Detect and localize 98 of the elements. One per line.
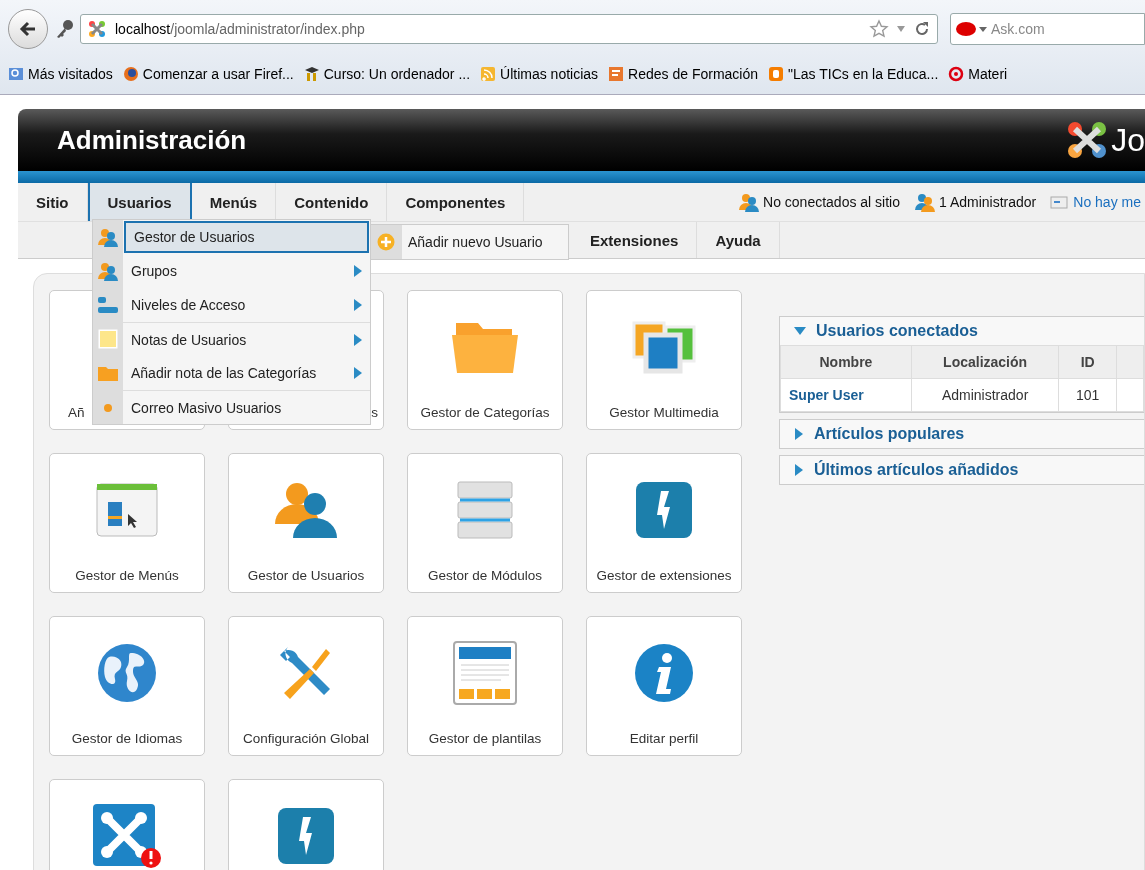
menu-item[interactable]: Grupos xyxy=(123,254,370,288)
expanded-arrow-icon xyxy=(794,326,806,336)
column-header: ID xyxy=(1058,345,1117,379)
tile-label: Gestor de extensiones xyxy=(595,567,733,585)
search-input[interactable]: Ask.com xyxy=(989,20,1093,38)
tile-label: Gestor de Módulos xyxy=(426,567,544,585)
users-icon xyxy=(97,261,119,281)
menu-tab[interactable]: Extensiones xyxy=(572,222,698,258)
column-header: Localización xyxy=(911,345,1059,379)
shortcut-tile[interactable]: Gestor de Módulos xyxy=(407,453,563,593)
tile-label: Gestor Multimedia xyxy=(608,404,720,422)
submenu-arrow-icon xyxy=(354,367,362,379)
note-icon xyxy=(97,328,119,350)
menu-item[interactable]: Niveles de Acceso xyxy=(123,288,370,322)
collapsed-arrow-icon xyxy=(794,428,804,440)
tile-label: Configuración Global xyxy=(241,730,371,748)
site-icon xyxy=(87,19,107,39)
blog-icon xyxy=(768,66,785,82)
shortcut-tile[interactable]: Gestor de Idiomas xyxy=(49,616,205,756)
tile-label: Gestor de plantilas xyxy=(427,730,543,748)
user-link[interactable]: Super User xyxy=(780,378,912,412)
lightning-icon xyxy=(635,481,693,539)
graduation-cap-icon xyxy=(303,66,320,82)
shortcut-tile[interactable]: Gestor de plantilas xyxy=(407,616,563,756)
shortcut-tile[interactable]: Gestor de Menús xyxy=(49,453,205,593)
template-icon xyxy=(453,641,517,705)
shortcut-tile[interactable]: Configuración Global xyxy=(228,616,384,756)
photos-icon xyxy=(630,319,698,375)
table-cell: 101 xyxy=(1058,378,1117,412)
search-engine-icon[interactable] xyxy=(955,21,989,37)
back-button[interactable] xyxy=(8,9,48,49)
tile-label: Editar perfil xyxy=(628,730,700,748)
tile-label: Gestor de Categorías xyxy=(419,404,551,422)
status-text: 1 Administrador xyxy=(939,194,1037,210)
submenu-arrow-icon xyxy=(354,265,362,277)
logo-alert-icon xyxy=(93,804,161,868)
menu-item[interactable]: Correo Masivo Usuarios xyxy=(123,390,370,424)
rss-icon xyxy=(480,66,497,82)
shortcut-tile[interactable]: Editar perfil xyxy=(586,616,742,756)
logo-text: Jo xyxy=(1111,121,1145,159)
bookmark-link[interactable]: Últimas noticias xyxy=(480,66,599,82)
shortcut-tile[interactable]: Gestor de extensiones xyxy=(586,453,742,593)
shortcut-tile[interactable]: Gestor Multimedia xyxy=(586,290,742,430)
page-title: Administración xyxy=(57,124,247,156)
shortcut-tile[interactable]: Gestor de Categorías xyxy=(407,290,563,430)
bookmark-link[interactable]: Materi xyxy=(948,66,1008,82)
menu-tab[interactable]: Componentes xyxy=(387,183,525,221)
tile-label: Añ xyxy=(67,404,86,422)
globe-icon xyxy=(122,66,139,82)
menu-tab[interactable]: Ayuda xyxy=(697,222,780,258)
info-icon xyxy=(634,643,694,703)
submenu-arrow-icon xyxy=(354,333,362,346)
collapsed-arrow-icon xyxy=(794,464,804,476)
module-header[interactable]: Usuarios conectados xyxy=(780,317,1144,345)
menu-item[interactable]: Gestor de Usuarios xyxy=(124,221,369,253)
status-text: No conectados al sitio xyxy=(763,194,900,210)
envelope-icon xyxy=(1050,193,1071,211)
url-path: /joomla/administrator/index.php xyxy=(170,21,365,37)
users-icon xyxy=(914,192,936,212)
shortcut-tile[interactable]: Gestor de Usuarios xyxy=(228,453,384,593)
menu-item[interactable]: Añadir nuevo Usuario xyxy=(402,225,549,259)
window-icon xyxy=(96,482,158,538)
bookmark-link[interactable]: Más visitados xyxy=(8,66,113,82)
tile-label: s xyxy=(370,404,379,422)
column-header: Nombre xyxy=(780,345,912,379)
menu-item[interactable]: Añadir nota de las Categorías xyxy=(123,356,370,390)
bookmark-link[interactable]: Comenzar a usar Firef... xyxy=(122,66,294,82)
reload-icon[interactable] xyxy=(913,20,931,38)
levels-icon xyxy=(97,295,119,315)
bookmark-link[interactable]: "Las TICs en la Educa... xyxy=(768,66,939,82)
menu-item[interactable]: Notas de Usuarios xyxy=(123,322,370,356)
globe-icon xyxy=(97,643,157,703)
bookmark-link[interactable]: Curso: Un ordenador ... xyxy=(303,66,471,82)
users-icon xyxy=(738,192,761,212)
bookmark-link[interactable]: Redes de Formación xyxy=(608,66,759,82)
stack-icon xyxy=(456,480,514,540)
url-host: localhost xyxy=(115,21,171,37)
key-icon[interactable] xyxy=(54,18,76,40)
submenu-arrow-icon xyxy=(354,299,362,311)
add-icon xyxy=(377,233,395,251)
site-icon xyxy=(608,66,625,82)
folder-icon xyxy=(97,364,119,382)
search-icon xyxy=(8,66,24,82)
tile-label: Gestor de Usuarios xyxy=(246,567,366,585)
menu-tab[interactable]: Sitio xyxy=(18,183,88,221)
star-icon[interactable] xyxy=(869,19,889,39)
menu-tab[interactable]: Usuarios xyxy=(87,183,192,221)
users-icon xyxy=(273,480,339,540)
messages-link[interactable]: No hay me xyxy=(1073,194,1141,210)
tile-label: Gestor de Idiomas xyxy=(70,730,184,748)
module-header[interactable]: Artículos populares xyxy=(780,420,1144,448)
lightning-icon xyxy=(277,807,335,865)
module-header[interactable]: Últimos artículos añadidos xyxy=(780,456,1144,484)
search-bar[interactable]: Ask.com xyxy=(950,13,1145,45)
address-bar[interactable]: localhost/joomla/administrator/index.php xyxy=(80,14,938,44)
table-cell: Administrador xyxy=(911,378,1059,412)
users-icon xyxy=(97,227,119,247)
tile-label: Gestor de Menús xyxy=(74,567,180,585)
